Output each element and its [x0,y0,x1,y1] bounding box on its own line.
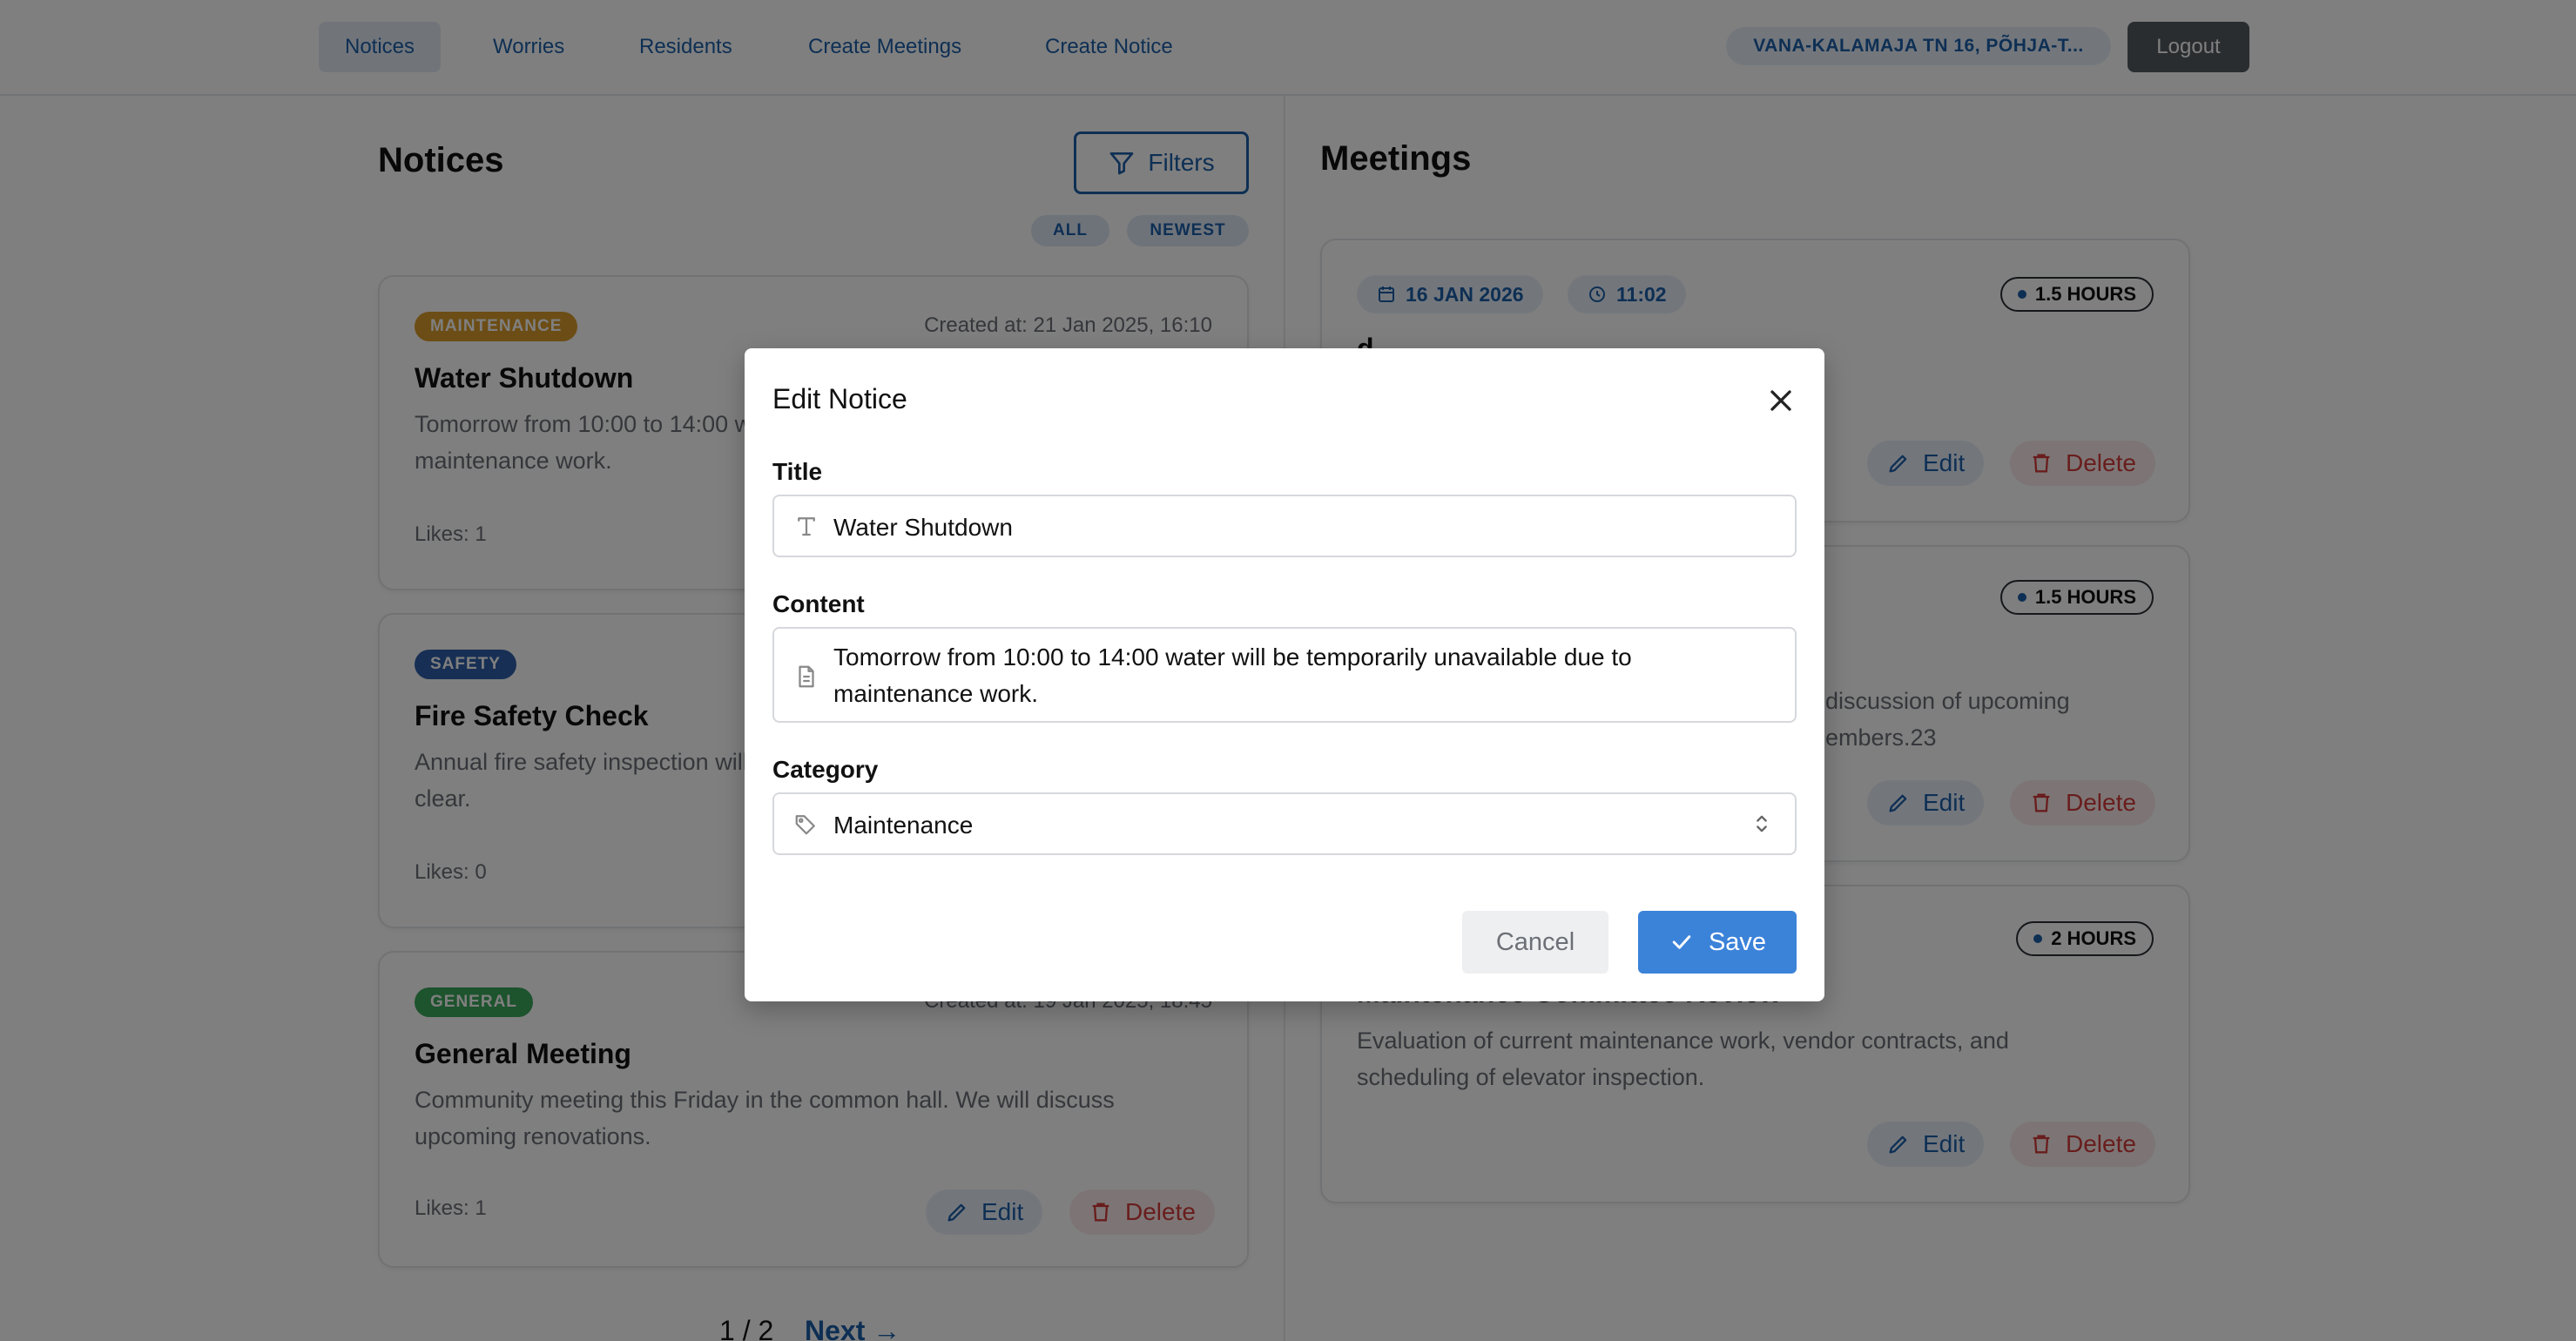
save-button[interactable]: Save [1638,911,1797,974]
title-label: Title [772,458,823,485]
text-type-icon [798,517,815,536]
save-label: Save [1708,927,1767,956]
tag-icon [795,815,815,835]
close-icon [1770,390,1791,411]
close-button[interactable] [1763,383,1798,418]
category-select-value: Maintenance [833,812,974,839]
content-label: Content [772,590,865,617]
content-textarea-value: Tomorrow from 10:00 to 14:00 water will … [833,644,1632,707]
page: Notices Worries Residents Create Meeting… [0,0,2576,1341]
category-select[interactable]: Maintenance [772,792,1797,855]
modal-title: Edit Notice [772,383,907,414]
title-input-value: Water Shutdown [833,514,1013,541]
document-icon [799,665,814,688]
category-label: Category [772,756,879,783]
cancel-button[interactable]: Cancel [1462,911,1608,974]
check-icon [1672,935,1691,949]
edit-notice-modal: Edit Notice Title Water Shutdown Content… [745,348,1824,1001]
title-input[interactable]: Water Shutdown [772,495,1797,557]
chevron-updown-icon [1757,815,1767,832]
content-textarea[interactable]: Tomorrow from 10:00 to 14:00 water will … [772,627,1797,723]
